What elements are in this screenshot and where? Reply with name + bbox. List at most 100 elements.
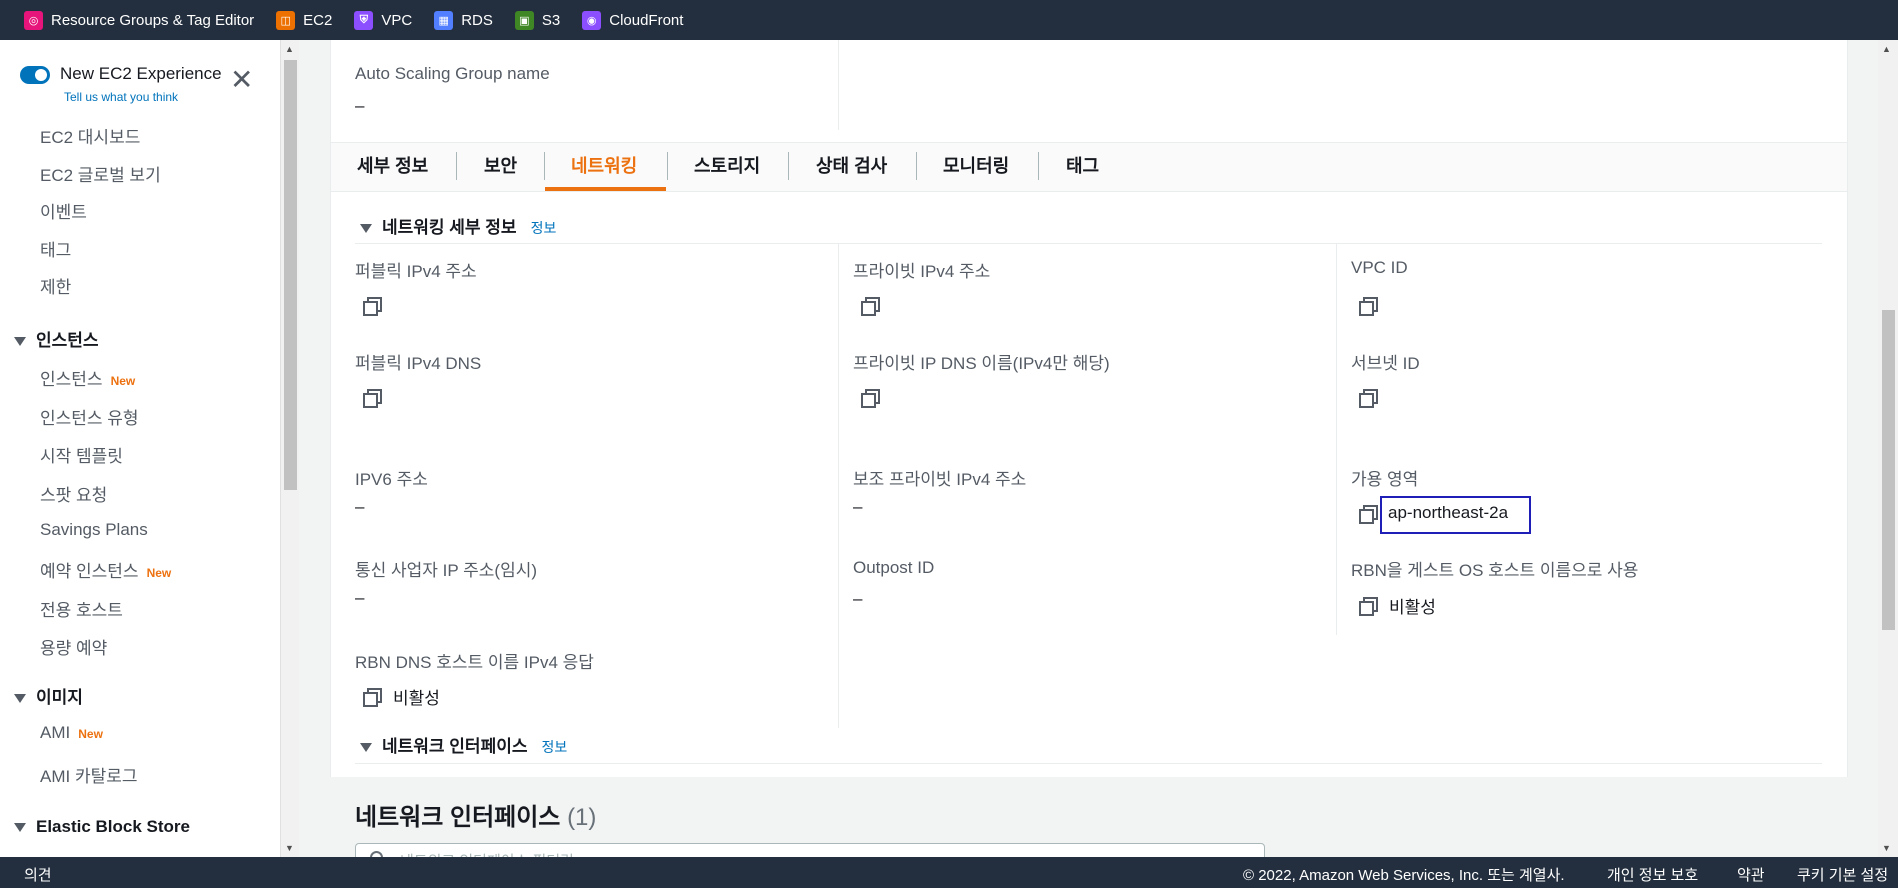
item-label: 인스턴스 <box>40 370 103 389</box>
favorite-vpc[interactable]: ⛨ VPC <box>354 10 412 30</box>
copy-icon[interactable] <box>362 296 382 316</box>
privacy-link[interactable]: 개인 정보 보호 <box>1607 864 1698 885</box>
sidebar-item-instance-types[interactable]: 인스턴스 유형 <box>40 404 139 429</box>
column-divider <box>838 40 839 130</box>
section-title: 네트워킹 세부 정보 <box>382 218 517 237</box>
favorite-ec2[interactable]: ◫ EC2 <box>276 10 333 30</box>
tab-divider <box>456 152 457 180</box>
sidebar-scrollbar[interactable]: ▲ ▼ <box>280 40 299 857</box>
scroll-down-icon[interactable]: ▼ <box>1882 843 1891 853</box>
tab-divider <box>916 152 917 180</box>
cookie-preferences-link[interactable]: 쿠키 기본 설정 <box>1797 864 1888 885</box>
favorite-resource-groups[interactable]: ◎ Resource Groups & Tag Editor <box>24 10 254 30</box>
favorite-cloudfront[interactable]: ◉ CloudFront <box>582 10 684 30</box>
network-interfaces-title: 네트워크 인터페이스 (1) <box>355 797 596 832</box>
rbn-guest-hostname-label: RBN을 게스트 OS 호스트 이름으로 사용 <box>1351 561 1639 580</box>
sidebar-item-instances[interactable]: 인스턴스 New <box>40 365 135 390</box>
vpc-id-label: VPC ID <box>1351 258 1408 277</box>
info-link[interactable]: 정보 <box>531 220 557 236</box>
tab-divider <box>667 152 668 180</box>
tab-divider <box>788 152 789 180</box>
asg-name-label: Auto Scaling Group name <box>355 64 550 83</box>
sidebar-item-dedicated-hosts[interactable]: 전용 호스트 <box>40 596 123 621</box>
copy-icon[interactable] <box>1358 296 1378 316</box>
ipv6-value: – <box>355 497 365 516</box>
main-scrollbar[interactable]: ▲ ▼ <box>1878 40 1898 857</box>
favorite-rds[interactable]: ▦ RDS <box>434 10 493 30</box>
footer-bar: 의견 © 2022, Amazon Web Services, Inc. 또는 … <box>0 857 1898 888</box>
sidebar-item-limits[interactable]: 제한 <box>40 273 71 298</box>
new-badge: New <box>146 566 172 580</box>
rbn-guest-hostname-value: 비활성 <box>1389 598 1436 617</box>
sidebar-item-ec2-global-view[interactable]: EC2 글로벌 보기 <box>40 161 161 186</box>
private-ipv4-label: 프라이빗 IPv4 주소 <box>853 262 991 281</box>
s3-icon: ▣ <box>514 10 534 30</box>
caret-down-icon <box>14 823 26 833</box>
scroll-down-icon[interactable]: ▼ <box>285 843 294 853</box>
copy-icon[interactable] <box>362 687 382 707</box>
column-divider <box>1336 243 1337 635</box>
copy-icon[interactable] <box>860 388 880 408</box>
scroll-up-icon[interactable]: ▲ <box>285 44 294 54</box>
section-title: 네트워크 인터페이스 <box>382 737 528 756</box>
caret-down-icon <box>360 224 372 234</box>
tab-divider <box>544 152 545 180</box>
tab-networking[interactable]: 네트워킹 <box>571 152 637 178</box>
availability-zone-value: ap-northeast-2a <box>1388 503 1509 522</box>
tab-details[interactable]: 세부 정보 <box>357 152 428 178</box>
copy-icon[interactable] <box>860 296 880 316</box>
copyright-text: © 2022, Amazon Web Services, Inc. 또는 계열사… <box>1243 867 1565 884</box>
outpost-id-label: Outpost ID <box>853 558 935 577</box>
sidebar-item-reserved-instances[interactable]: 예약 인스턴스 New <box>40 557 171 582</box>
section-label: 인스턴스 <box>36 331 99 350</box>
favorite-label: EC2 <box>303 11 333 29</box>
rbn-dns-value: 비활성 <box>393 689 440 708</box>
copy-icon[interactable] <box>1358 504 1378 524</box>
sidebar-section-ebs[interactable]: Elastic Block Store <box>14 817 190 837</box>
new-experience-toggle[interactable] <box>20 66 50 84</box>
sidebar-item-ami-catalog[interactable]: AMI 카탈로그 <box>40 762 138 787</box>
sidebar-item-launch-templates[interactable]: 시작 템플릿 <box>40 442 123 467</box>
info-link[interactable]: 정보 <box>541 739 567 755</box>
new-badge: New <box>110 374 136 388</box>
terms-link[interactable]: 약관 <box>1737 864 1765 885</box>
ipv6-label: IPV6 주소 <box>355 470 428 489</box>
main-scroll-thumb[interactable] <box>1882 310 1895 630</box>
copy-icon[interactable] <box>1358 596 1378 616</box>
sidebar-item-savings-plans[interactable]: Savings Plans <box>40 520 148 540</box>
sidebar-item-tags[interactable]: 태그 <box>40 236 71 261</box>
private-dns-label: 프라이빗 IP DNS 이름(IPv4만 해당) <box>853 354 1110 373</box>
secondary-private-ipv4-value: – <box>853 497 863 516</box>
outpost-id-value: – <box>853 589 863 608</box>
tab-storage[interactable]: 스토리지 <box>694 152 760 178</box>
tab-tags[interactable]: 태그 <box>1066 152 1099 178</box>
sidebar-scroll-thumb[interactable] <box>284 60 297 490</box>
sidebar-item-ec2-dashboard[interactable]: EC2 대시보드 <box>40 123 140 148</box>
sidebar-section-instances[interactable]: 인스턴스 <box>14 326 99 351</box>
top-navigation-bar: ◎ Resource Groups & Tag Editor ◫ EC2 ⛨ V… <box>0 0 1898 40</box>
sidebar-item-events[interactable]: 이벤트 <box>40 198 87 223</box>
sidebar-section-images[interactable]: 이미지 <box>14 683 83 708</box>
caret-down-icon <box>14 337 26 347</box>
tab-status-checks[interactable]: 상태 검사 <box>816 152 887 178</box>
close-icon[interactable]: ✕ <box>230 66 253 94</box>
asg-name-value: – <box>355 96 365 115</box>
copy-icon[interactable] <box>362 388 382 408</box>
scroll-up-icon[interactable]: ▲ <box>1882 44 1891 54</box>
sidebar-item-capacity-reservations[interactable]: 용량 예약 <box>40 634 107 659</box>
sidebar-item-spot-requests[interactable]: 스팟 요청 <box>40 481 107 506</box>
tab-security[interactable]: 보안 <box>484 152 517 178</box>
feedback-link[interactable]: Tell us what you think <box>64 90 178 104</box>
network-interfaces-header[interactable]: 네트워크 인터페이스 정보 <box>360 732 567 757</box>
sidebar-item-ami[interactable]: AMI New <box>40 723 103 743</box>
favorite-s3[interactable]: ▣ S3 <box>514 10 560 30</box>
column-divider <box>838 243 839 728</box>
favorite-label: RDS <box>461 11 493 29</box>
copy-icon[interactable] <box>1358 388 1378 408</box>
carrier-ip-value: – <box>355 588 365 607</box>
tab-monitoring[interactable]: 모니터링 <box>943 152 1009 178</box>
new-experience-title: New EC2 Experience <box>60 64 222 83</box>
favorite-label: CloudFront <box>609 11 684 29</box>
feedback-button[interactable]: 의견 <box>24 864 52 885</box>
networking-details-header[interactable]: 네트워킹 세부 정보 정보 <box>360 213 556 238</box>
